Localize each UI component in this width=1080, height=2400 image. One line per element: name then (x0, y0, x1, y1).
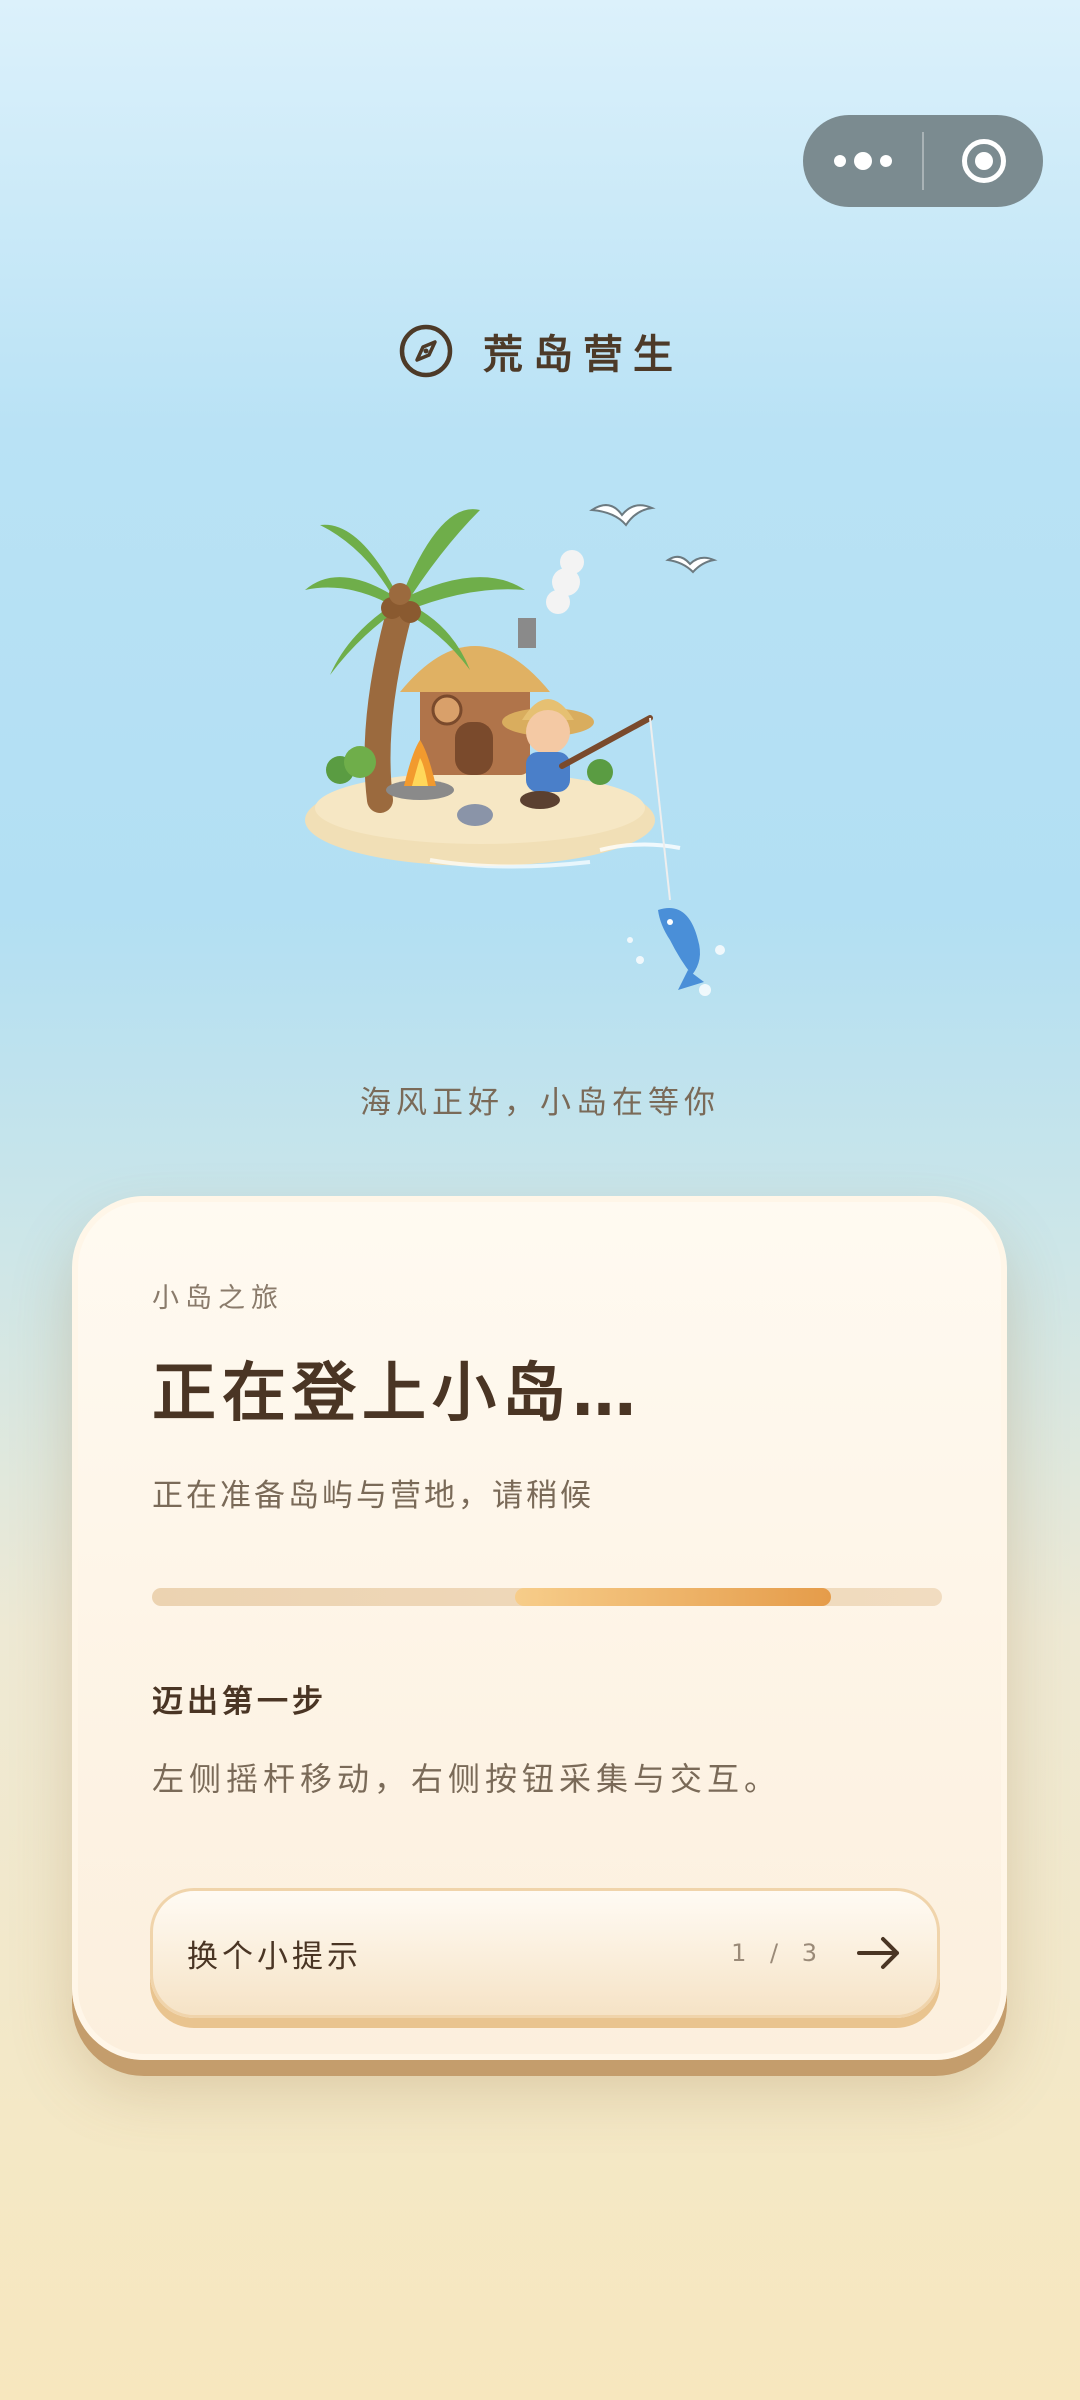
mini-program-capsule (803, 115, 1043, 207)
target-circle-icon (961, 139, 1006, 183)
tip-text: 左侧摇杆移动，右侧按钮采集与交互。 (152, 1760, 782, 1798)
seagull-icon (589, 504, 718, 574)
tip-counter: 1 / 3 (731, 1939, 825, 1967)
more-dots-icon (833, 152, 892, 170)
progress-bar (152, 1588, 942, 1606)
card-kicker: 小岛之旅 (152, 1283, 284, 1314)
next-tip-label: 换个小提示 (187, 1938, 362, 1975)
card-subtitle: 正在准备岛屿与营地，请稍候 (152, 1478, 594, 1514)
close-button[interactable] (924, 115, 1043, 207)
arrow-right-icon (857, 1937, 899, 1969)
island-illustration (305, 504, 725, 996)
tagline: 海风正好，小岛在等你 (360, 1085, 720, 1121)
card-title: 正在登上小岛… (152, 1357, 642, 1431)
next-tip-button[interactable]: 换个小提示 1 / 3 (150, 1888, 940, 2018)
progress-fill (515, 1588, 832, 1606)
more-button[interactable] (803, 115, 922, 207)
loading-card: 小岛之旅 正在登上小岛… 正在准备岛屿与营地，请稍候 迈出第一步 左侧摇杆移动，… (72, 1196, 1007, 2060)
app-header: 荒岛营生 (0, 322, 1080, 380)
tip-title: 迈出第一步 (152, 1684, 327, 1720)
compass-icon (399, 324, 453, 378)
app-title: 荒岛营生 (483, 332, 683, 378)
